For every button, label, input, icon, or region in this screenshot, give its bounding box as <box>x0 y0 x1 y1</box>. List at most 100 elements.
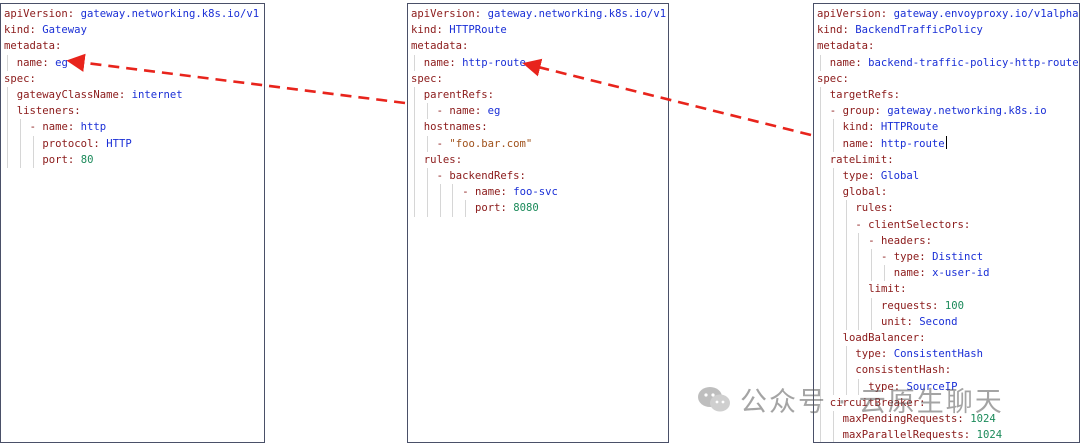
yaml-list-dash: - <box>855 218 869 231</box>
yaml-line: metadata: <box>411 38 468 54</box>
yaml-colon: : <box>906 315 913 328</box>
yaml-line: limit: <box>868 281 906 297</box>
yaml-line: - backendRefs: <box>437 168 526 184</box>
yaml-colon: : <box>919 267 926 280</box>
yaml-value: x-user-id <box>932 267 990 280</box>
yaml-line: name: eg <box>17 55 68 71</box>
yaml-value: Distinct <box>932 251 984 263</box>
yaml-key: group <box>842 105 875 118</box>
yaml-value: 100 <box>944 299 964 312</box>
yaml-colon: : <box>868 40 875 53</box>
yaml-colon: : <box>887 202 894 215</box>
yaml-line: type: ConsistentHash <box>855 346 983 362</box>
yaml-key: gatewayClassName <box>16 89 119 101</box>
yaml-colon: : <box>900 283 907 296</box>
yaml-key: listeners <box>16 105 75 118</box>
yaml-line: parentRefs: <box>424 87 494 103</box>
yaml-line: spec: <box>4 71 36 87</box>
yaml-key: name <box>42 121 68 134</box>
yaml-key: maxParallelRequests <box>842 429 964 442</box>
yaml-line: name: backend-traffic-policy-http-route <box>830 55 1079 71</box>
yaml-line: - name: http <box>30 119 107 135</box>
yaml-value: HTTPRoute <box>449 24 507 37</box>
yaml-line: listeners: <box>17 103 81 119</box>
yaml-colon: : <box>842 24 849 37</box>
yaml-line: rules: <box>855 200 893 216</box>
yaml-value: BackendTrafficPolicy <box>855 24 983 37</box>
text-cursor <box>945 135 947 149</box>
yaml-colon: : <box>474 105 482 118</box>
yaml-key: rules <box>423 153 456 166</box>
yaml-line: - group: gateway.networking.k8s.io <box>830 103 1047 119</box>
yaml-key: kind <box>4 24 30 37</box>
watermark: 公众号 · 云原生聊天 <box>696 380 1004 419</box>
yaml-line: - name: eg <box>437 103 501 119</box>
yaml-line: kind: BackendTrafficPolicy <box>817 22 983 38</box>
indent-guide <box>414 87 415 217</box>
yaml-key: kind <box>842 121 869 134</box>
yaml-line: - "foo.bar.com" <box>437 136 533 152</box>
yaml-colon: : <box>29 72 36 85</box>
yaml-colon: : <box>436 24 443 37</box>
yaml-colon: : <box>487 89 494 101</box>
yaml-line: apiVersion: gateway.envoyproxy.io/v1alph… <box>817 6 1079 22</box>
yaml-colon: : <box>868 121 875 134</box>
yaml-value: http <box>80 121 107 134</box>
indent-guide <box>426 135 428 152</box>
indent-guide <box>7 87 8 168</box>
yaml-colon: : <box>455 153 463 166</box>
indent-guide <box>19 119 21 168</box>
yaml-colon: : <box>67 121 75 134</box>
yaml-line: port: 8080 <box>475 200 539 216</box>
indent-guide <box>439 184 441 217</box>
indent-guide <box>465 200 467 217</box>
yaml-list-dash: - <box>829 105 843 118</box>
yaml-colon: : <box>481 121 488 134</box>
backend-traffic-policy-yaml-panel: apiVersion: gateway.envoyproxy.io/v1alph… <box>813 3 1080 443</box>
indent-guide <box>845 200 847 330</box>
yaml-list-dash: - <box>462 186 475 199</box>
yaml-key: clientSelectors <box>868 218 964 231</box>
yaml-line: name: x-user-id <box>894 265 990 281</box>
yaml-key: unit <box>881 315 907 328</box>
yaml-value: http-route <box>462 56 526 69</box>
yaml-line: protocol: HTTP <box>42 136 131 152</box>
yaml-line: requests: 100 <box>881 298 964 314</box>
yaml-line: consistentHash: <box>855 362 951 378</box>
wechat-icon <box>698 386 730 411</box>
yaml-key: consistentHash <box>855 364 945 377</box>
yaml-key: parentRefs <box>423 89 488 101</box>
yaml-key: rateLimit <box>829 153 888 166</box>
yaml-key: spec <box>817 72 843 85</box>
yaml-key: apiVersion <box>411 8 475 20</box>
yaml-colon: : <box>932 299 939 312</box>
yaml-line: global: <box>843 184 888 200</box>
yaml-value: "foo.bar.com" <box>449 137 533 150</box>
yaml-colon: : <box>449 56 456 69</box>
yaml-value: ConsistentHash <box>893 348 983 361</box>
yaml-line: metadata: <box>4 38 61 54</box>
yaml-value: 8080 <box>513 202 539 215</box>
yaml-key: name <box>829 56 856 69</box>
yaml-line: apiVersion: gateway.networking.k8s.io/v1 <box>411 6 666 22</box>
yaml-key: apiVersion <box>817 8 881 20</box>
yaml-line: hostnames: <box>424 119 488 135</box>
yaml-key: metadata <box>817 40 869 53</box>
watermark-text: 公众号 · 云原生聊天 <box>740 387 1004 418</box>
yaml-value: 1024 <box>976 429 1003 442</box>
yaml-line: kind: Gateway <box>4 22 87 38</box>
httproute-yaml-panel: apiVersion: gateway.networking.k8s.io/v1… <box>407 3 669 443</box>
indent-guide <box>426 168 428 217</box>
yaml-key: port <box>475 202 501 215</box>
yaml-colon: : <box>893 89 900 101</box>
yaml-list-dash: - <box>881 251 894 263</box>
yaml-key: spec <box>4 72 30 85</box>
yaml-line: - name: foo-svc <box>462 184 558 200</box>
yaml-line: - type: Distinct <box>881 249 983 265</box>
yaml-key: kind <box>411 24 437 37</box>
yaml-key: protocol <box>42 137 94 150</box>
yaml-value: http-route <box>880 137 945 150</box>
yaml-key: apiVersion <box>4 8 68 20</box>
yaml-key: rules <box>855 202 888 215</box>
yaml-colon: : <box>519 170 526 182</box>
